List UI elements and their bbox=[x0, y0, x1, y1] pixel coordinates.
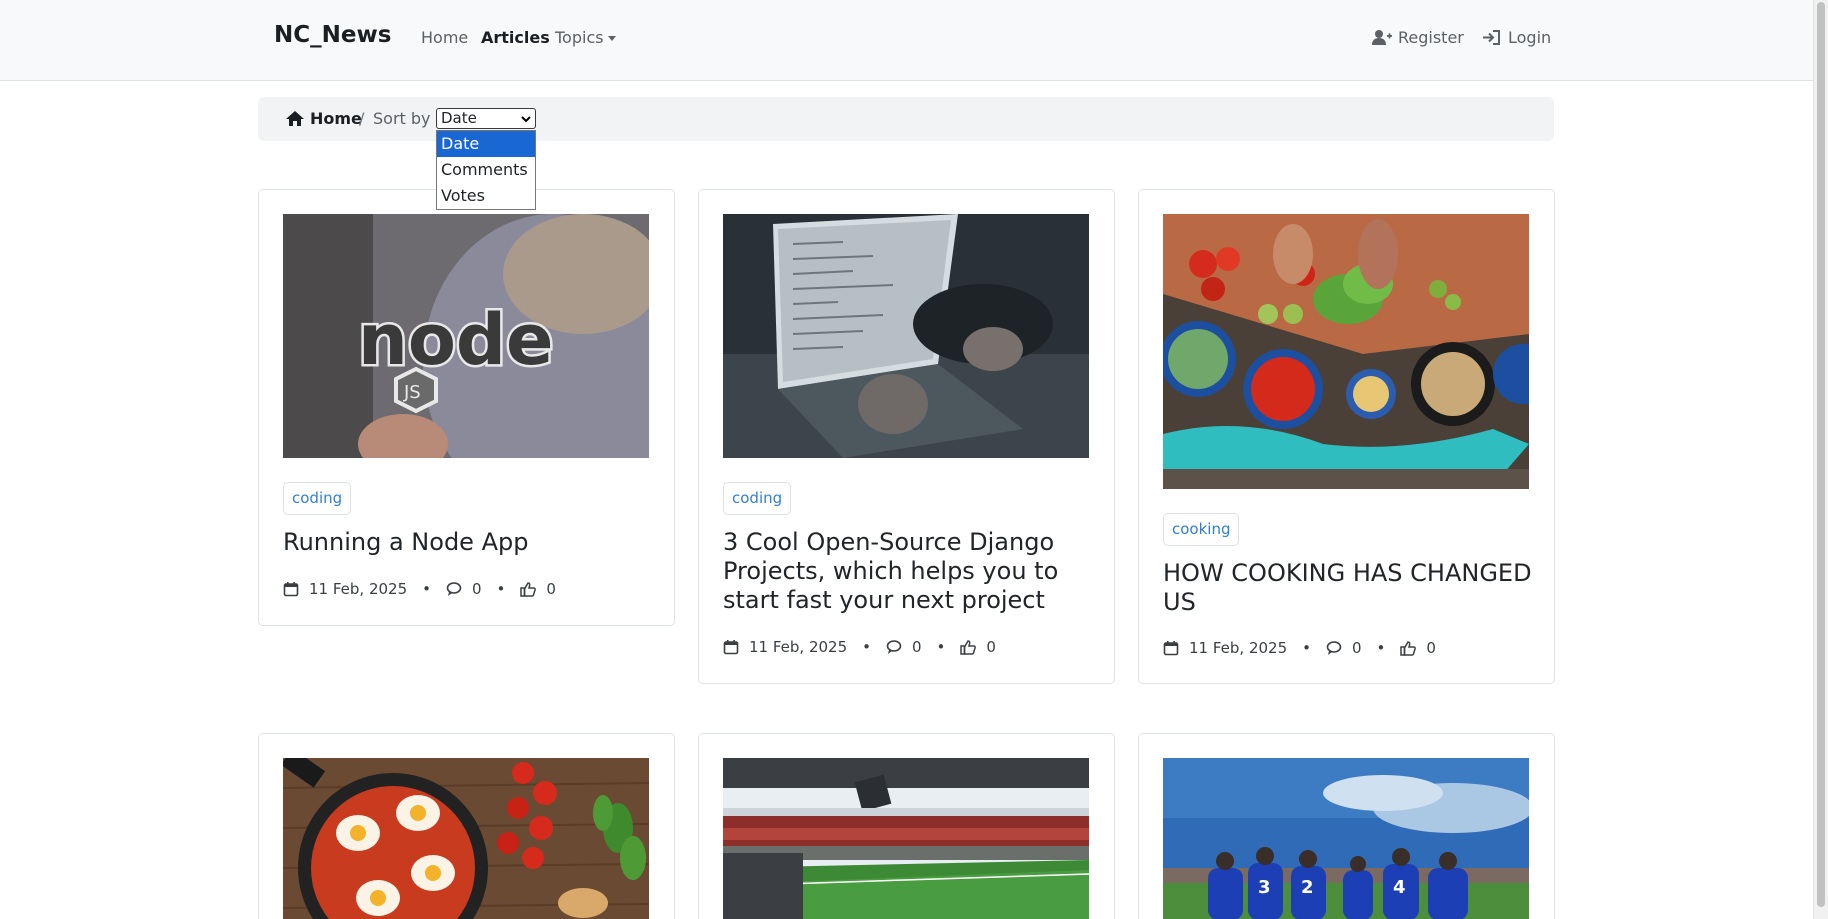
sort-select[interactable]: Date bbox=[436, 108, 536, 129]
breadcrumb-separator: / bbox=[359, 109, 365, 128]
brand-logo[interactable]: NC_News bbox=[274, 22, 391, 48]
article-vote-count: 0 bbox=[986, 638, 996, 656]
user-plus-icon bbox=[1372, 30, 1392, 45]
topic-badge[interactable]: coding bbox=[723, 482, 792, 515]
article-title[interactable]: 3 Cool Open-Source Django Projects, whic… bbox=[723, 528, 1093, 615]
article-image-vegetables[interactable] bbox=[1163, 214, 1529, 489]
sort-option-date[interactable]: Date bbox=[437, 131, 535, 157]
svg-text:3: 3 bbox=[1258, 877, 1271, 898]
vertical-scrollbar[interactable] bbox=[1813, 0, 1828, 919]
article-comment-count: 0 bbox=[911, 638, 922, 656]
article-vote-count: 0 bbox=[1426, 639, 1436, 657]
article-image-shakshuka[interactable] bbox=[283, 758, 649, 919]
breadcrumb-home-label: Home bbox=[310, 109, 362, 128]
nav-topics-label: Topics bbox=[555, 28, 604, 47]
sort-options-list: Date Comments Votes bbox=[436, 130, 536, 210]
nav-topics-dropdown[interactable]: Topics bbox=[555, 28, 616, 47]
article-date: 11 Feb, 2025 bbox=[1189, 639, 1288, 657]
sign-in-icon bbox=[1483, 30, 1500, 45]
article-card[interactable] bbox=[698, 733, 1115, 919]
article-card[interactable]: node JS coding Running a Node App 11 Feb… bbox=[258, 189, 675, 626]
sort-by-label: Sort by bbox=[373, 109, 431, 128]
scrollbar-thumb[interactable] bbox=[1817, 2, 1825, 907]
article-date: 11 Feb, 2025 bbox=[309, 580, 408, 598]
top-navbar: NC_News Home Articles Topics Register Lo… bbox=[0, 0, 1813, 81]
comment-icon bbox=[1326, 641, 1342, 655]
register-link[interactable]: Register bbox=[1372, 28, 1464, 47]
nav-home[interactable]: Home bbox=[421, 28, 468, 47]
topic-badge[interactable]: coding bbox=[283, 482, 352, 515]
topic-badge[interactable]: cooking bbox=[1163, 513, 1240, 546]
breadcrumb-home[interactable]: Home bbox=[285, 109, 362, 128]
article-comment-count: 0 bbox=[471, 580, 482, 598]
article-card[interactable]: coding 3 Cool Open-Source Django Project… bbox=[698, 189, 1115, 684]
article-meta: 11 Feb, 2025 • 0 • 0 bbox=[723, 638, 996, 656]
svg-text:4: 4 bbox=[1393, 877, 1406, 898]
sort-option-votes[interactable]: Votes bbox=[437, 183, 535, 209]
sort-option-comments[interactable]: Comments bbox=[437, 157, 535, 183]
thumbs-up-icon bbox=[1400, 641, 1417, 656]
article-date: 11 Feb, 2025 bbox=[749, 638, 848, 656]
article-image-laptop[interactable] bbox=[723, 214, 1089, 458]
caret-down-icon bbox=[607, 36, 616, 41]
login-label: Login bbox=[1508, 28, 1552, 47]
article-title[interactable]: HOW COOKING HAS CHANGED US bbox=[1163, 559, 1533, 617]
article-image-node[interactable]: node JS bbox=[283, 214, 649, 458]
article-comment-count: 0 bbox=[1351, 639, 1362, 657]
svg-text:JS: JS bbox=[403, 382, 421, 403]
login-link[interactable]: Login bbox=[1482, 28, 1551, 47]
home-icon bbox=[286, 111, 304, 126]
comment-icon bbox=[886, 640, 902, 654]
comment-icon bbox=[446, 582, 462, 596]
article-meta: 11 Feb, 2025 • 0 • 0 bbox=[283, 580, 556, 598]
article-image-stadium[interactable] bbox=[723, 758, 1089, 919]
article-vote-count: 0 bbox=[546, 580, 556, 598]
sort-select-value: Date bbox=[441, 109, 477, 127]
nav-articles[interactable]: Articles bbox=[481, 28, 550, 47]
chevron-down-icon bbox=[521, 116, 531, 123]
article-card[interactable]: 3 2 4 bbox=[1138, 733, 1555, 919]
calendar-icon bbox=[723, 640, 739, 655]
article-title[interactable]: Running a Node App bbox=[283, 528, 653, 557]
article-meta: 11 Feb, 2025 • 0 • 0 bbox=[1163, 639, 1436, 657]
thumbs-up-icon bbox=[520, 582, 537, 597]
article-card[interactable] bbox=[258, 733, 675, 919]
calendar-icon bbox=[283, 582, 299, 597]
svg-text:node: node bbox=[358, 299, 554, 381]
thumbs-up-icon bbox=[960, 640, 977, 655]
register-label: Register bbox=[1398, 28, 1464, 47]
article-image-football-team[interactable]: 3 2 4 bbox=[1163, 758, 1529, 919]
article-card[interactable]: cooking HOW COOKING HAS CHANGED US 11 Fe… bbox=[1138, 189, 1555, 684]
calendar-icon bbox=[1163, 641, 1179, 656]
svg-text:2: 2 bbox=[1301, 877, 1314, 898]
